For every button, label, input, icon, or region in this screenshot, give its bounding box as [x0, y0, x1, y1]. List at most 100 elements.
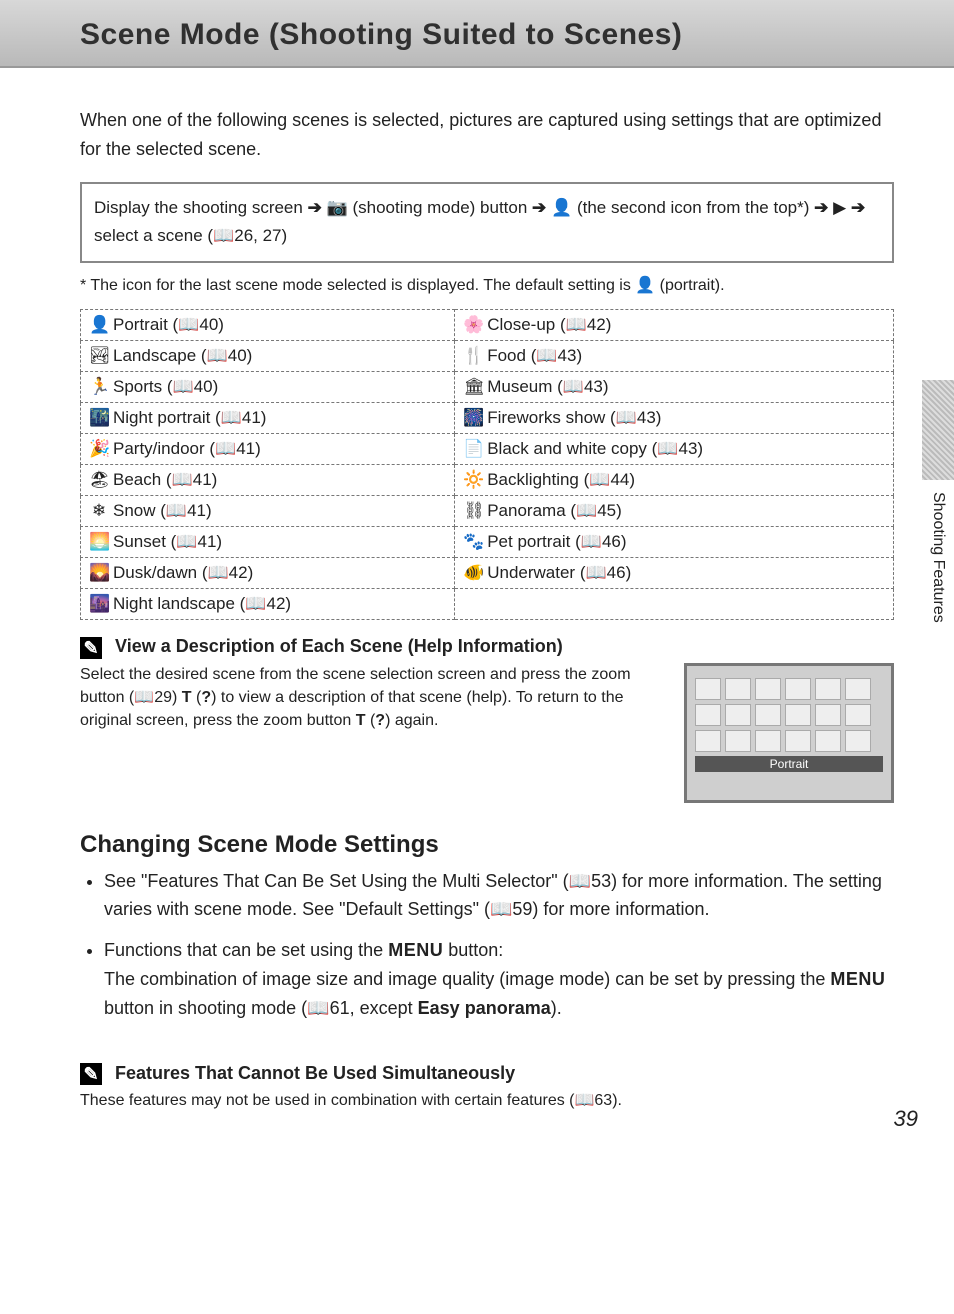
- book-icon: 📖: [536, 346, 557, 365]
- nav-seg-1: Display the shooting screen: [94, 198, 303, 217]
- scene-mode-name: Underwater (: [487, 563, 585, 582]
- book-icon: 📖: [172, 470, 193, 489]
- help-2: ): [172, 689, 177, 706]
- help-note-heading: ✎ View a Description of Each Scene (Help…: [80, 636, 894, 658]
- scene-table-cell: 🌅Sunset (📖41): [81, 527, 455, 558]
- scene-table-cell: [455, 589, 894, 620]
- scene-mode-name: Food (: [487, 346, 536, 365]
- book-icon: 📖: [176, 532, 197, 551]
- question-icon: ?: [375, 712, 385, 729]
- scene-table-cell: 👤Portrait (📖40): [81, 310, 455, 341]
- cannot-tail: ).: [612, 1092, 622, 1109]
- camera-icon: 📷: [327, 198, 348, 217]
- book-icon: 📖: [657, 439, 678, 458]
- book-icon: 📖: [173, 377, 194, 396]
- book-icon: 📖: [563, 377, 584, 396]
- scene-table-cell: 🐠Underwater (📖46): [455, 558, 894, 589]
- book-icon: 📖: [215, 439, 236, 458]
- scene-mode-pageref: 41): [197, 532, 222, 551]
- ci2-d: button in shooting mode (: [104, 998, 307, 1018]
- book-icon: 📖: [207, 346, 228, 365]
- scene-table-cell: 🎆Fireworks show (📖43): [455, 403, 894, 434]
- scene-mode-pageref: 42): [229, 563, 254, 582]
- book-icon: 📖: [178, 315, 199, 334]
- page-header-band: Scene Mode (Shooting Suited to Scenes): [0, 0, 954, 68]
- scene-mode-icon: ❄: [89, 501, 109, 521]
- arrow-icon: ➔: [308, 198, 322, 217]
- play-icon: ▶: [833, 198, 846, 217]
- scene-mode-pageref: 42): [587, 315, 612, 334]
- book-icon: 📖: [207, 563, 228, 582]
- scene-mode-name: Panorama (: [487, 501, 576, 520]
- footnote: * The icon for the last scene mode selec…: [80, 275, 894, 295]
- scene-mode-name: Party/indoor (: [113, 439, 215, 458]
- scene-mode-icon: 🌅: [89, 532, 109, 552]
- arrow-icon: ➔: [532, 198, 546, 217]
- scene-mode-name: Beach (: [113, 470, 172, 489]
- ci1-ref2: 59: [512, 899, 532, 919]
- scene-mode-pageref: 40): [194, 377, 219, 396]
- navigation-sequence-box: Display the shooting screen ➔ 📷 (shootin…: [80, 182, 894, 264]
- scene-table-cell: 🏛Museum (📖43): [455, 372, 894, 403]
- scene-table-cell: 🔆Backlighting (📖44): [455, 465, 894, 496]
- scene-mode-name: Sunset (: [113, 532, 176, 551]
- scene-table-cell: 🌆Night landscape (📖42): [81, 589, 455, 620]
- scene-mode-icon: 🍴: [463, 346, 483, 366]
- cannot-text: These features may not be used in combin…: [80, 1092, 574, 1109]
- scene-mode-icon: 🎆: [463, 408, 483, 428]
- scene-mode-icon: 👤: [89, 315, 109, 335]
- thumb-index-hatch: [922, 380, 954, 480]
- scene-mode-icon: 🎉: [89, 439, 109, 459]
- scene-mode-icon: ⛓: [463, 501, 483, 521]
- scene-icon: 👤: [635, 277, 655, 294]
- scene-mode-name: Pet portrait (: [487, 532, 581, 551]
- scene-mode-name: Black and white copy (: [487, 439, 657, 458]
- scene-mode-name: Dusk/dawn (: [113, 563, 207, 582]
- scene-mode-name: Sports (: [113, 377, 173, 396]
- help-ref1: 29: [154, 689, 172, 706]
- scene-table-cell: 🏃Sports (📖40): [81, 372, 455, 403]
- arrow-icon: ➔: [851, 198, 865, 217]
- scene-table-cell: ❄Snow (📖41): [81, 496, 455, 527]
- ci2-c: The combination of image size and image …: [104, 969, 825, 989]
- scene-mode-name: Backlighting (: [487, 470, 589, 489]
- ci1-c: ) for more information.: [532, 899, 709, 919]
- changing-item-2: Functions that can be set using the MENU…: [104, 936, 894, 1022]
- book-icon: 📖: [307, 998, 329, 1018]
- book-icon: 📖: [221, 408, 242, 427]
- changing-heading: Changing Scene Mode Settings: [80, 831, 894, 859]
- book-icon: 📖: [569, 871, 591, 891]
- scene-icon: 👤: [551, 198, 572, 217]
- scene-mode-name: Night landscape (: [113, 594, 245, 613]
- zoom-t-glyph: T: [182, 689, 192, 706]
- book-icon: 📖: [166, 501, 187, 520]
- scene-mode-name: Snow (: [113, 501, 166, 520]
- scene-mode-pageref: 44): [610, 470, 635, 489]
- ci1-a: See "Features That Can Be Set Using the …: [104, 871, 569, 891]
- cannot-ref: 63: [594, 1092, 612, 1109]
- nav-seg-2: (shooting mode) button: [352, 198, 527, 217]
- scene-mode-pageref: 43): [584, 377, 609, 396]
- scene-table-cell: 🐾Pet portrait (📖46): [455, 527, 894, 558]
- scene-table-cell: ⛓Panorama (📖45): [455, 496, 894, 527]
- section-label: Shooting Features: [929, 492, 947, 623]
- nav-pageref: 26, 27: [234, 226, 281, 245]
- scene-mode-icon: 🏞: [89, 346, 109, 366]
- scene-table-cell: 🌃Night portrait (📖41): [81, 403, 455, 434]
- scene-table-cell: 🍴Food (📖43): [455, 341, 894, 372]
- scene-mode-pageref: 40): [228, 346, 253, 365]
- book-icon: 📖: [581, 532, 602, 551]
- book-icon: 📖: [490, 899, 512, 919]
- help-note-body: Select the desired scene from the scene …: [80, 663, 668, 733]
- scene-mode-name: Close-up (: [487, 315, 565, 334]
- scene-mode-icon: 🌆: [89, 594, 109, 614]
- scene-mode-icon: 🐾: [463, 532, 483, 552]
- scene-mode-pageref: 46): [607, 563, 632, 582]
- scene-thumb-label: Portrait: [695, 756, 883, 772]
- nav-seg-3: (the second icon from the top*): [577, 198, 809, 217]
- footnote-text: * The icon for the last scene mode selec…: [80, 277, 631, 294]
- scene-mode-icon: 🐠: [463, 563, 483, 583]
- scene-mode-pageref: 42): [266, 594, 291, 613]
- footnote-tail: (portrait).: [660, 277, 725, 294]
- nav-seg-5: ): [282, 226, 288, 245]
